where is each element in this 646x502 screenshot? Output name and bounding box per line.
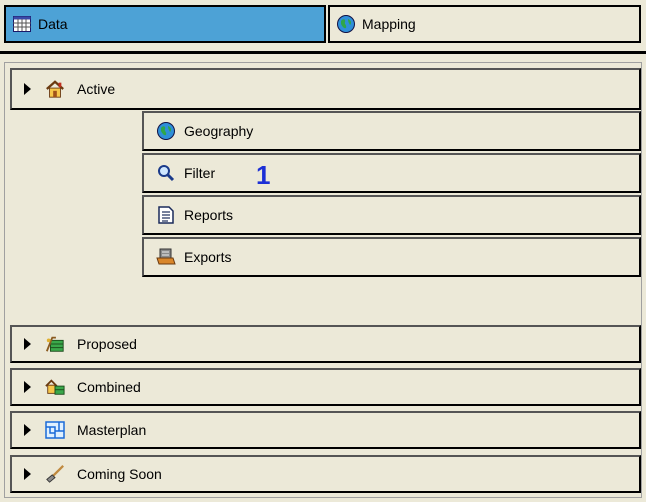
tab-data-label: Data [38, 16, 68, 32]
expand-arrow-icon[interactable] [24, 338, 31, 350]
category-coming-soon[interactable]: Coming Soon [10, 455, 641, 493]
tab-bar: Data Mapping [0, 0, 646, 54]
category-coming-soon-label: Coming Soon [77, 466, 162, 482]
masterplan-icon [45, 420, 65, 440]
category-combined[interactable]: Combined [10, 368, 641, 406]
export-icon [156, 247, 176, 267]
category-combined-label: Combined [77, 379, 141, 395]
subitem-geography-label: Geography [184, 123, 254, 139]
category-masterplan-label: Masterplan [77, 422, 147, 438]
subitem-filter[interactable]: Filter [142, 153, 641, 193]
globe-icon [156, 121, 176, 141]
subitem-reports[interactable]: Reports [142, 195, 641, 235]
magnifier-icon [156, 163, 176, 183]
proposed-icon [45, 334, 65, 354]
combined-icon [45, 377, 65, 397]
house-icon [45, 79, 65, 99]
category-proposed[interactable]: Proposed [10, 325, 641, 363]
tab-mapping-label: Mapping [362, 16, 416, 32]
grid-icon [12, 14, 32, 34]
tab-mapping[interactable]: Mapping [328, 5, 641, 43]
subitem-filter-label: Filter [184, 165, 216, 181]
globe-icon [336, 14, 356, 34]
subitem-exports[interactable]: Exports [142, 237, 641, 277]
expand-arrow-icon[interactable] [24, 424, 31, 436]
expand-arrow-icon[interactable] [24, 468, 31, 480]
tab-data[interactable]: Data [4, 5, 326, 43]
subitem-reports-label: Reports [184, 207, 234, 223]
category-masterplan[interactable]: Masterplan [10, 411, 641, 449]
tab-bar-divider [0, 51, 646, 54]
expand-arrow-icon[interactable] [24, 83, 31, 95]
category-proposed-label: Proposed [77, 336, 137, 352]
report-icon [156, 205, 176, 225]
shovel-icon [45, 464, 65, 484]
subitem-geography[interactable]: Geography [142, 111, 641, 151]
expand-arrow-icon[interactable] [24, 381, 31, 393]
category-active-label: Active [77, 81, 116, 97]
annotation-number: 1 [256, 160, 271, 190]
category-active[interactable]: Active [10, 68, 641, 110]
subitem-exports-label: Exports [184, 249, 232, 265]
